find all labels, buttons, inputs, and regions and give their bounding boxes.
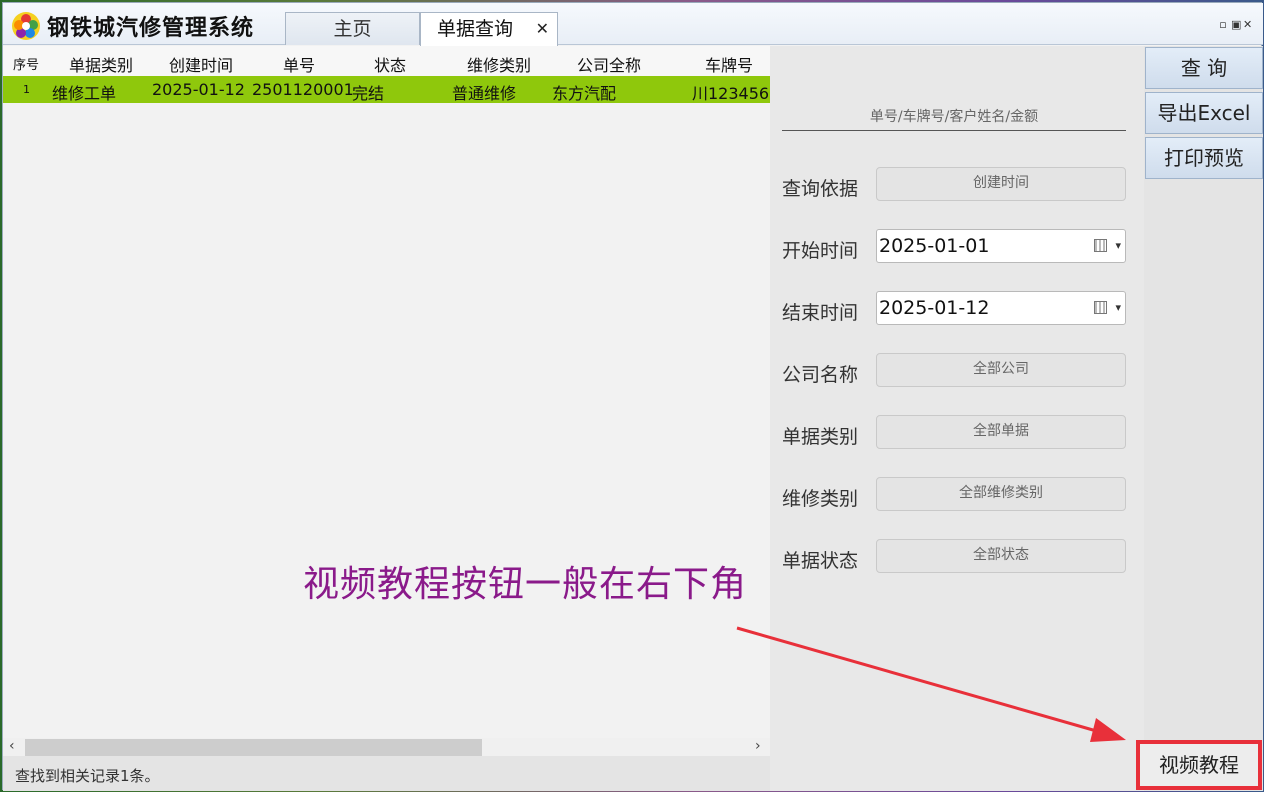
company-select[interactable]: 全部公司 bbox=[876, 353, 1126, 387]
column-header-plate[interactable]: 车牌号 bbox=[689, 52, 769, 80]
title-bar: 钢铁城汽修管理系统 主页 单据查询 ✕ ▫▣✕ bbox=[3, 3, 1263, 46]
export-excel-button[interactable]: 导出Excel bbox=[1145, 92, 1263, 134]
repair-type-label: 维修类别 bbox=[782, 488, 859, 510]
tab-document-query-label: 单据查询 bbox=[437, 18, 514, 40]
start-date-value: 2025-01-01 bbox=[879, 235, 990, 257]
window-controls: ▫▣✕ bbox=[1219, 18, 1255, 31]
column-header-seq[interactable]: 序号 bbox=[9, 54, 43, 73]
company-name-label: 公司名称 bbox=[782, 364, 859, 386]
column-header-status[interactable]: 状态 bbox=[349, 52, 431, 76]
cell-company: 东方汽配 bbox=[552, 84, 617, 103]
repair-type-select[interactable]: 全部维修类别 bbox=[876, 477, 1126, 511]
cell-status: 完结 bbox=[352, 84, 385, 103]
column-header-doc-type[interactable]: 单据类别 bbox=[51, 52, 151, 76]
restore-icon[interactable]: ▫ bbox=[1219, 18, 1231, 31]
column-header-doc-no-label: 单号 bbox=[282, 56, 315, 75]
end-date-picker[interactable]: 2025-01-12 ▾ bbox=[876, 291, 1126, 325]
cell-plate: 川123456 bbox=[692, 84, 770, 103]
cell-seq: 1 bbox=[23, 83, 30, 96]
status-bar: 查找到相关记录1条。 bbox=[3, 756, 770, 791]
column-header-company[interactable]: 公司全称 bbox=[559, 52, 659, 76]
app-window: 钢铁城汽修管理系统 主页 单据查询 ✕ ▫▣✕ 序号 单据类别 创建时间 单号 … bbox=[2, 2, 1263, 791]
doc-type-select[interactable]: 全部单据 bbox=[876, 415, 1126, 449]
query-button[interactable]: 查 询 bbox=[1145, 47, 1263, 89]
doc-status-label: 单据状态 bbox=[782, 550, 859, 572]
scroll-left-icon[interactable]: ‹ bbox=[9, 738, 15, 754]
query-basis-label: 查询依据 bbox=[782, 178, 859, 200]
column-header-plate-label: 车牌号 bbox=[704, 56, 753, 75]
start-time-label: 开始时间 bbox=[782, 240, 859, 262]
cell-repair-type: 普通维修 bbox=[452, 84, 517, 103]
query-basis-select[interactable]: 创建时间 bbox=[876, 167, 1126, 201]
horizontal-scrollbar[interactable]: ‹ › bbox=[3, 738, 770, 756]
end-time-label: 结束时间 bbox=[782, 302, 859, 324]
cell-created-time: 2025-01-12 bbox=[152, 80, 245, 99]
print-preview-button[interactable]: 打印预览 bbox=[1145, 137, 1263, 179]
keyword-search-input[interactable]: 单号/车牌号/客户姓名/金额 bbox=[782, 103, 1126, 131]
column-header-doc-no[interactable]: 单号 bbox=[249, 52, 349, 80]
end-date-value: 2025-01-12 bbox=[879, 297, 990, 319]
doc-status-select[interactable]: 全部状态 bbox=[876, 539, 1126, 573]
video-tutorial-highlight: 视频教程 bbox=[1136, 740, 1262, 790]
maximize-icon[interactable]: ▣ bbox=[1231, 18, 1243, 31]
grid-header: 序号 单据类别 创建时间 单号 状态 维修类别 公司全称 车牌号 bbox=[3, 46, 770, 80]
query-panel: 单号/车牌号/客户姓名/金额 查询依据 创建时间 开始时间 2025-01-01… bbox=[770, 46, 1144, 791]
cell-doc-type: 维修工单 bbox=[52, 84, 117, 103]
tab-document-query[interactable]: 单据查询 ✕ bbox=[420, 12, 558, 46]
app-title: 钢铁城汽修管理系统 bbox=[47, 16, 255, 41]
start-date-picker[interactable]: 2025-01-01 ▾ bbox=[876, 229, 1126, 263]
cell-doc-no: 2501120001 bbox=[252, 80, 354, 99]
document-grid: 序号 单据类别 创建时间 单号 状态 维修类别 公司全称 车牌号 1 维修工单 … bbox=[3, 46, 770, 756]
close-window-icon[interactable]: ✕ bbox=[1243, 18, 1255, 31]
video-tutorial-button[interactable]: 视频教程 bbox=[1143, 747, 1255, 783]
table-row[interactable]: 1 维修工单 2025-01-12 2501120001 完结 普通维修 东方汽… bbox=[3, 76, 770, 103]
chevron-down-icon[interactable]: ▾ bbox=[1115, 292, 1121, 324]
app-logo-icon bbox=[12, 12, 40, 40]
calendar-icon[interactable] bbox=[1094, 301, 1107, 314]
action-bar: 查 询 导出Excel 打印预览 bbox=[1144, 46, 1263, 791]
scroll-right-icon[interactable]: › bbox=[755, 738, 761, 754]
status-text: 查找到相关记录1条。 bbox=[15, 767, 160, 785]
calendar-icon[interactable] bbox=[1094, 239, 1107, 252]
scrollbar-thumb[interactable] bbox=[25, 739, 482, 756]
column-header-created-time[interactable]: 创建时间 bbox=[151, 52, 251, 76]
tab-home[interactable]: 主页 bbox=[285, 12, 420, 45]
column-header-repair-type[interactable]: 维修类别 bbox=[449, 52, 549, 76]
doc-type-label: 单据类别 bbox=[782, 426, 859, 448]
annotation-text: 视频教程按钮一般在右下角 bbox=[303, 564, 748, 605]
chevron-down-icon[interactable]: ▾ bbox=[1115, 230, 1121, 262]
close-tab-icon[interactable]: ✕ bbox=[536, 13, 549, 45]
tab-home-label: 主页 bbox=[333, 18, 372, 40]
